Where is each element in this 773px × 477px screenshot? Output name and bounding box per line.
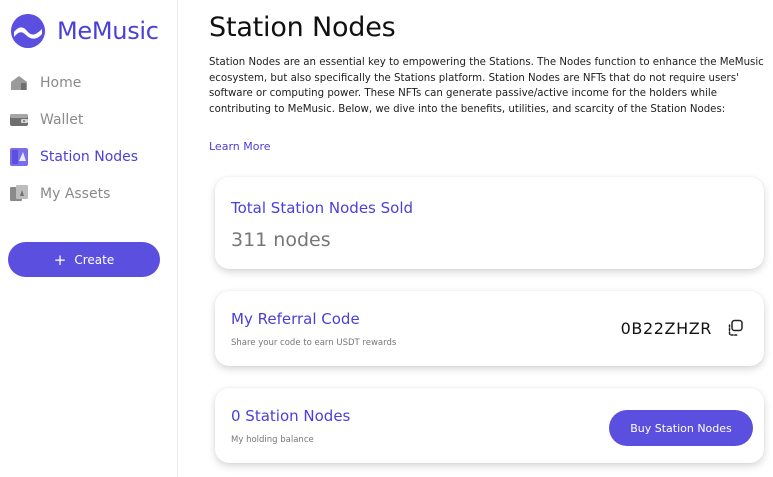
sidebar-item-my-assets[interactable]: My Assets (9, 175, 174, 212)
sidebar-item-wallet[interactable]: Wallet (9, 101, 174, 138)
sidebar-item-station-nodes[interactable]: Station Nodes (9, 138, 174, 175)
total-sold-value: 311 nodes (231, 229, 331, 251)
sidebar: MeMusic Home Wallet Station Nodes My Ass… (0, 0, 178, 477)
create-button[interactable]: + Create (8, 242, 160, 277)
assets-icon (9, 184, 29, 204)
memusic-logo-icon (11, 14, 45, 48)
referral-card: My Referral Code Share your code to earn… (215, 291, 764, 366)
learn-more-link[interactable]: Learn More (209, 140, 271, 153)
sidebar-item-label: Station Nodes (40, 148, 139, 165)
sidebar-item-label: Home (40, 74, 82, 91)
plus-icon: + (53, 250, 67, 269)
sidebar-item-label: Wallet (40, 111, 84, 128)
copy-icon[interactable] (726, 319, 744, 337)
wallet-icon (9, 110, 29, 130)
brand-name: MeMusic (57, 17, 159, 45)
holdings-subtitle: My holding balance (231, 435, 314, 445)
holdings-card: 0 Station Nodes My holding balance Buy S… (215, 388, 764, 463)
sidebar-nav: Home Wallet Station Nodes My Assets (9, 64, 174, 212)
referral-code: 0B22ZHZR (620, 319, 712, 338)
intro-text: Station Nodes are an essential key to em… (209, 57, 764, 116)
sidebar-item-home[interactable]: Home (9, 64, 174, 101)
referral-title: My Referral Code (231, 310, 360, 328)
sidebar-item-label: My Assets (40, 185, 111, 202)
holdings-title: 0 Station Nodes (231, 407, 351, 425)
station-nodes-icon (9, 147, 29, 167)
brand[interactable]: MeMusic (11, 14, 159, 48)
total-sold-title: Total Station Nodes Sold (231, 199, 414, 217)
create-button-label: Create (74, 252, 115, 267)
page-title: Station Nodes (209, 12, 396, 43)
buy-station-nodes-button[interactable]: Buy Station Nodes (609, 410, 753, 446)
total-sold-card: Total Station Nodes Sold 311 nodes (215, 177, 764, 269)
home-icon (9, 73, 29, 93)
referral-subtitle: Share your code to earn USDT rewards (231, 338, 397, 348)
